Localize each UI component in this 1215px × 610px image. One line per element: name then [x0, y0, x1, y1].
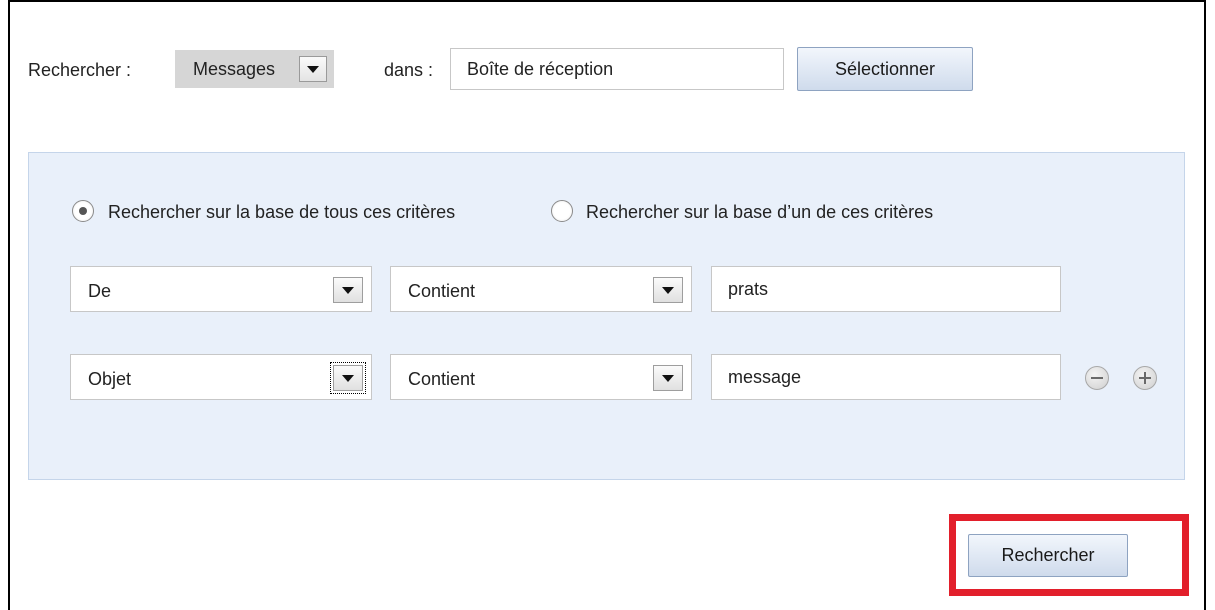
search-label: Rechercher : — [28, 60, 132, 80]
criteria-operator-dropdown-button-2[interactable] — [653, 365, 683, 391]
add-criteria-icon[interactable] — [1133, 366, 1157, 390]
match-all-radio[interactable] — [72, 200, 94, 222]
match-any-label: Rechercher sur la base d’un de ces critè… — [586, 202, 934, 222]
match-all-label: Rechercher sur la base de tous ces critè… — [108, 202, 456, 222]
chevron-down-icon — [342, 375, 354, 382]
folder-input[interactable] — [450, 48, 784, 90]
search-type-value: Messages — [193, 59, 276, 79]
criteria-value-input-2[interactable] — [711, 354, 1061, 400]
search-type-select[interactable]: Messages — [175, 50, 334, 88]
criteria-operator-select-2[interactable]: Contient — [390, 354, 692, 400]
criteria-field-value-1: De — [88, 281, 112, 301]
criteria-field-dropdown-button-2[interactable] — [330, 362, 366, 394]
select-folder-button[interactable]: Sélectionner — [797, 47, 973, 91]
criteria-value-input-1[interactable] — [711, 266, 1061, 312]
remove-criteria-icon[interactable] — [1085, 366, 1109, 390]
criteria-operator-value-1: Contient — [408, 281, 476, 301]
in-label: dans : — [384, 60, 434, 80]
chevron-down-icon — [662, 287, 674, 294]
criteria-operator-dropdown-button-1[interactable] — [653, 277, 683, 303]
criteria-operator-value-2: Contient — [408, 369, 476, 389]
chevron-down-icon — [662, 375, 674, 382]
plus-icon-vertical — [1144, 372, 1146, 384]
search-type-dropdown-button[interactable] — [299, 56, 327, 82]
match-any-radio[interactable] — [551, 200, 573, 222]
criteria-field-dropdown-button-1[interactable] — [333, 277, 363, 303]
minus-icon — [1091, 377, 1103, 379]
criteria-field-select-1[interactable]: De — [70, 266, 372, 312]
criteria-operator-select-1[interactable]: Contient — [390, 266, 692, 312]
criteria-field-value-2: Objet — [88, 369, 132, 389]
highlight-box — [949, 514, 1189, 596]
chevron-down-icon — [342, 287, 354, 294]
chevron-down-icon — [307, 66, 319, 73]
criteria-field-select-2[interactable]: Objet — [70, 354, 372, 400]
